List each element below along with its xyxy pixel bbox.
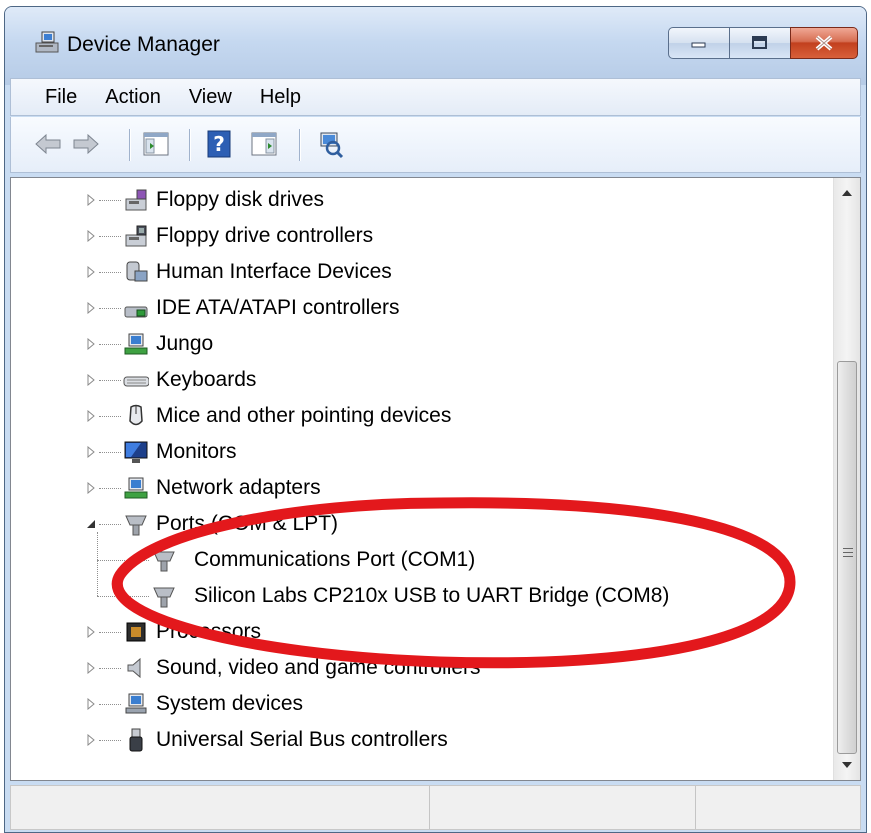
- toolbar-separator: [299, 129, 301, 161]
- network-adapter-icon: [124, 477, 148, 499]
- expand-arrow-icon[interactable]: [85, 410, 97, 422]
- port-icon: [125, 515, 147, 536]
- monitor-icon: [124, 441, 148, 463]
- tree-item-label: Processors: [156, 620, 262, 643]
- port-icon: [153, 551, 175, 572]
- expand-arrow-icon[interactable]: [85, 194, 97, 206]
- expand-arrow-icon[interactable]: [85, 698, 97, 710]
- tree-item-label: System devices: [156, 692, 304, 715]
- processor-icon: [126, 622, 146, 642]
- port-icon: [153, 587, 175, 608]
- show-hide-console-tree-icon[interactable]: [141, 129, 171, 159]
- tree-item-label: Keyboards: [156, 368, 257, 391]
- scroll-thumb[interactable]: [837, 361, 857, 754]
- expand-arrow-icon[interactable]: [85, 482, 97, 494]
- toolbar-separator: [129, 129, 131, 161]
- speaker-icon: [127, 657, 141, 679]
- collapse-arrow-icon[interactable]: [85, 518, 97, 530]
- tree-item-mice-and-other-pointing-devices[interactable]: Mice and other pointing devices: [11, 398, 831, 434]
- window-title: Device Manager: [67, 33, 220, 56]
- floppy-disk-icon: [125, 189, 147, 211]
- expand-arrow-icon[interactable]: [85, 302, 97, 314]
- menu-action[interactable]: Action: [91, 86, 175, 109]
- tree-item-label: Ports (COM & LPT): [156, 512, 339, 535]
- device-tree[interactable]: Floppy disk drives Floppy drive controlle…: [10, 177, 861, 781]
- tree-item-label: Human Interface Devices: [156, 260, 392, 283]
- tree-item-floppy-drive-controllers[interactable]: Floppy drive controllers: [11, 218, 831, 254]
- scan-hardware-icon[interactable]: [315, 129, 345, 159]
- tree-item-label: Floppy disk drives: [156, 188, 325, 211]
- status-pane-secondary: [429, 786, 696, 829]
- expand-arrow-icon[interactable]: [85, 734, 97, 746]
- scroll-down-icon[interactable]: [834, 752, 860, 778]
- close-icon: [815, 35, 833, 51]
- expand-arrow-icon[interactable]: [85, 374, 97, 386]
- help-icon[interactable]: ?: [205, 129, 235, 159]
- expand-arrow-icon[interactable]: [85, 662, 97, 674]
- tree-item-silicon-labs-cp210x-usb-to-uart-bridge-com8[interactable]: Silicon Labs CP210x USB to UART Bridge (…: [11, 578, 831, 614]
- menu-help[interactable]: Help: [246, 86, 315, 109]
- status-bar: [10, 785, 861, 830]
- svg-text:?: ?: [213, 132, 225, 156]
- tree-item-label: Silicon Labs CP210x USB to UART Bridge (…: [194, 584, 670, 607]
- toolbar-separator: [189, 129, 191, 161]
- expand-arrow-icon[interactable]: [85, 338, 97, 350]
- menu-bar: File Action View Help: [10, 78, 861, 116]
- caption-buttons: [668, 27, 858, 65]
- tree-item-universal-serial-bus-controllers[interactable]: Universal Serial Bus controllers: [11, 722, 831, 758]
- ide-controller-icon: [124, 306, 148, 318]
- tree-item-label: Universal Serial Bus controllers: [156, 728, 448, 751]
- floppy-controller-icon: [125, 225, 147, 247]
- maximize-button[interactable]: [729, 27, 791, 59]
- action-pane-icon[interactable]: [249, 129, 279, 159]
- maximize-icon: [752, 36, 767, 49]
- tree-item-label: Communications Port (COM1): [194, 548, 476, 571]
- close-button[interactable]: [790, 27, 858, 59]
- hid-icon: [126, 261, 148, 282]
- tree-item-monitors[interactable]: Monitors: [11, 434, 831, 470]
- expand-arrow-icon[interactable]: [85, 626, 97, 638]
- toolbar: ?: [10, 117, 861, 173]
- tree-item-label: IDE ATA/ATAPI controllers: [156, 296, 400, 319]
- tree-item-label: Network adapters: [156, 476, 321, 499]
- tree-item-communications-port-com1[interactable]: Communications Port (COM1): [11, 542, 831, 578]
- usb-icon: [129, 728, 143, 752]
- menu-view[interactable]: View: [175, 86, 246, 109]
- system-device-icon: [125, 693, 147, 714]
- tree-item-label: Jungo: [156, 332, 214, 355]
- minimize-icon: [691, 42, 706, 48]
- tree-item-keyboards[interactable]: Keyboards: [11, 362, 831, 398]
- tree-item-floppy-disk-drives[interactable]: Floppy disk drives: [11, 182, 831, 218]
- expand-arrow-icon[interactable]: [85, 446, 97, 458]
- mouse-icon: [129, 404, 143, 426]
- status-pane-main: [11, 786, 430, 829]
- device-manager-window: Device Manager File Action View Help ? F…: [4, 6, 867, 833]
- device-manager-icon: [35, 31, 59, 53]
- minimize-button[interactable]: [668, 27, 730, 59]
- tree-item-label: Floppy drive controllers: [156, 224, 374, 247]
- tree-item-sound-video-and-game-controllers[interactable]: Sound, video and game controllers: [11, 650, 831, 686]
- tree-item-ide-ata-atapi-controllers[interactable]: IDE ATA/ATAPI controllers: [11, 290, 831, 326]
- jungo-icon: [124, 333, 148, 355]
- keyboard-icon: [123, 376, 149, 387]
- vertical-scrollbar[interactable]: [833, 178, 860, 780]
- title-bar[interactable]: Device Manager: [5, 7, 866, 85]
- tree-item-network-adapters[interactable]: Network adapters: [11, 470, 831, 506]
- menu-file[interactable]: File: [11, 86, 91, 109]
- tree-item-label: Monitors: [156, 440, 237, 463]
- tree-item-human-interface-devices[interactable]: Human Interface Devices: [11, 254, 831, 290]
- tree-item-system-devices[interactable]: System devices: [11, 686, 831, 722]
- forward-icon[interactable]: [71, 129, 101, 159]
- tree-item-label: Sound, video and game controllers: [156, 656, 481, 679]
- tree-item-jungo[interactable]: Jungo: [11, 326, 831, 362]
- tree-item-ports-com-lpt[interactable]: Ports (COM & LPT): [11, 506, 831, 542]
- back-icon[interactable]: [33, 129, 63, 159]
- tree-item-processors[interactable]: Processors: [11, 614, 831, 650]
- expand-arrow-icon[interactable]: [85, 230, 97, 242]
- tree-item-label: Mice and other pointing devices: [156, 404, 452, 427]
- expand-arrow-icon[interactable]: [85, 266, 97, 278]
- scroll-up-icon[interactable]: [834, 180, 860, 206]
